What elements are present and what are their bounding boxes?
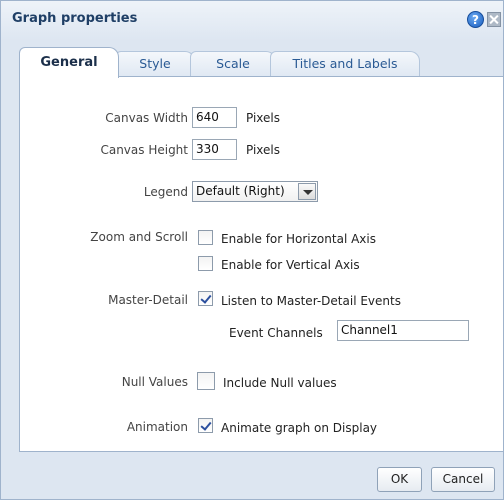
canvas-width-input[interactable]: 640 [192,107,237,128]
null-values-label: Null Values [121,375,188,389]
animation-option: Animate graph on Display [221,421,378,435]
canvas-height-input[interactable]: 330 [192,139,237,160]
canvas-height-label: Canvas Height [100,143,188,157]
graph-properties-dialog: Graph properties ? General Style Scale T… [0,0,504,500]
animation-checkbox[interactable] [198,418,213,433]
tab-label: Titles and Labels [292,56,398,71]
master-detail-checkbox[interactable] [198,291,213,306]
tab-label: General [40,55,98,70]
dialog-title: Graph properties [12,11,138,26]
tab-scale[interactable]: Scale [190,51,276,77]
legend-label: Legend [143,185,188,199]
tab-general[interactable]: General [19,47,119,78]
legend-select[interactable]: Default (Right) [192,181,318,202]
zoom-scroll-label: Zoom and Scroll [90,230,188,244]
dialog-titlebar: Graph properties ? [1,1,503,41]
tab-label: Style [139,56,171,71]
canvas-height-unit: Pixels [246,143,281,157]
zoom-horizontal-checkbox[interactable] [198,230,213,245]
animation-label: Animation [126,420,188,434]
close-icon[interactable] [487,12,501,27]
zoom-horizontal-label: Enable for Horizontal Axis [221,232,376,246]
tab-titles-and-labels[interactable]: Titles and Labels [270,51,420,77]
zoom-vertical-label: Enable for Vertical Axis [221,258,360,272]
general-panel: Canvas Width 640 Pixels Canvas Height 33… [19,76,503,452]
chevron-down-icon[interactable] [298,183,316,200]
null-values-option: Include Null values [223,376,337,390]
cancel-button[interactable]: Cancel [431,467,495,492]
master-detail-option: Listen to Master-Detail Events [221,294,401,308]
event-channels-label: Event Channels [229,326,323,340]
canvas-width-unit: Pixels [246,111,281,125]
zoom-vertical-checkbox[interactable] [198,256,213,271]
null-values-checkbox[interactable] [197,372,215,390]
ok-button[interactable]: OK [377,467,422,492]
tab-style[interactable]: Style [115,51,195,77]
canvas-width-label: Canvas Width [105,111,188,125]
tab-label: Scale [216,56,250,71]
legend-selected-value: Default (Right) [196,184,285,198]
event-channels-input[interactable]: Channel1 [337,320,469,341]
help-icon[interactable]: ? [467,11,484,28]
master-detail-label: Master-Detail [108,293,188,307]
